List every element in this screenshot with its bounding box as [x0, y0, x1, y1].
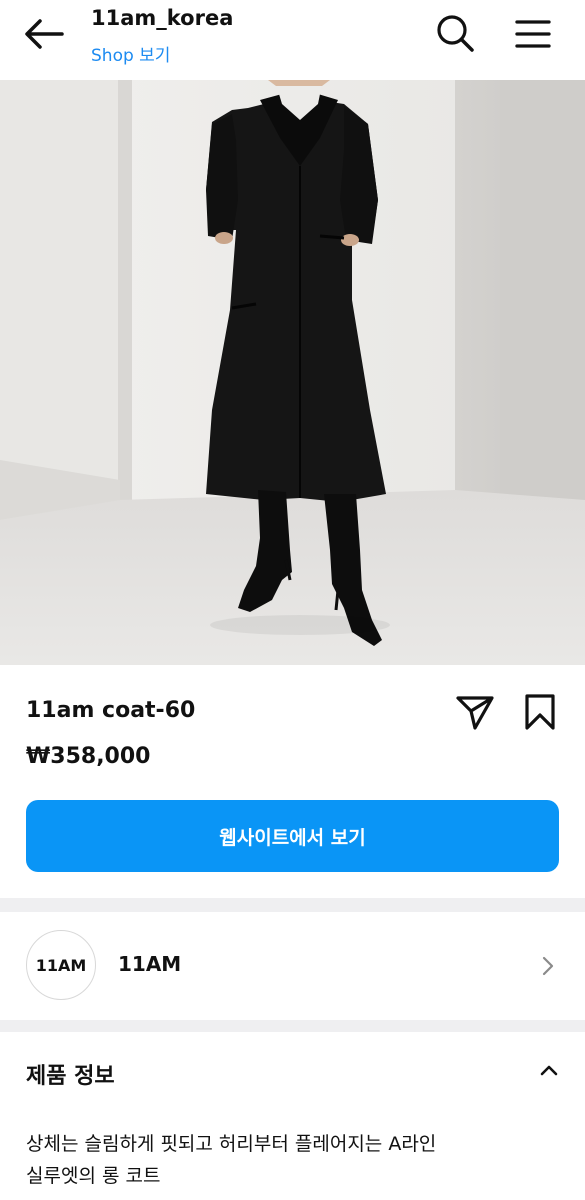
merchant-row[interactable]: 11AM 11AM [0, 912, 585, 1020]
back-arrow-icon[interactable] [22, 14, 68, 54]
description-line: 실루엣의 롱 코트 [26, 1165, 161, 1187]
product-price: ₩358,000 [26, 744, 151, 769]
menu-icon[interactable] [512, 14, 554, 54]
section-divider [0, 1020, 585, 1032]
product-info-header[interactable]: 제품 정보 [0, 1032, 585, 1112]
chevron-up-icon[interactable] [535, 1058, 563, 1082]
avatar[interactable]: 11AM [26, 930, 96, 1000]
share-icon[interactable] [454, 692, 496, 732]
product-description: 상체는 슬림하게 핏되고 허리부터 플레어지는 A라인 실루엣의 롱 코트 [26, 1128, 556, 1192]
product-name: 11am coat-60 [26, 698, 196, 723]
view-on-website-button[interactable]: 웹사이트에서 보기 [26, 800, 559, 872]
search-icon[interactable] [434, 12, 476, 54]
product-image[interactable] [0, 80, 585, 665]
bookmark-icon[interactable] [520, 692, 560, 732]
merchant-name[interactable]: 11AM [118, 952, 181, 976]
shop-link[interactable]: Shop 보기 [91, 41, 170, 66]
description-line: 상체는 슬림하게 핏되고 허리부터 플레어지는 A라인 [26, 1133, 437, 1155]
section-divider [0, 898, 585, 912]
chevron-right-icon[interactable] [538, 954, 558, 978]
product-info-title: 제품 정보 [26, 1064, 115, 1089]
account-title[interactable]: 11am_korea [91, 6, 233, 30]
top-bar: 11am_korea Shop 보기 [0, 0, 585, 80]
